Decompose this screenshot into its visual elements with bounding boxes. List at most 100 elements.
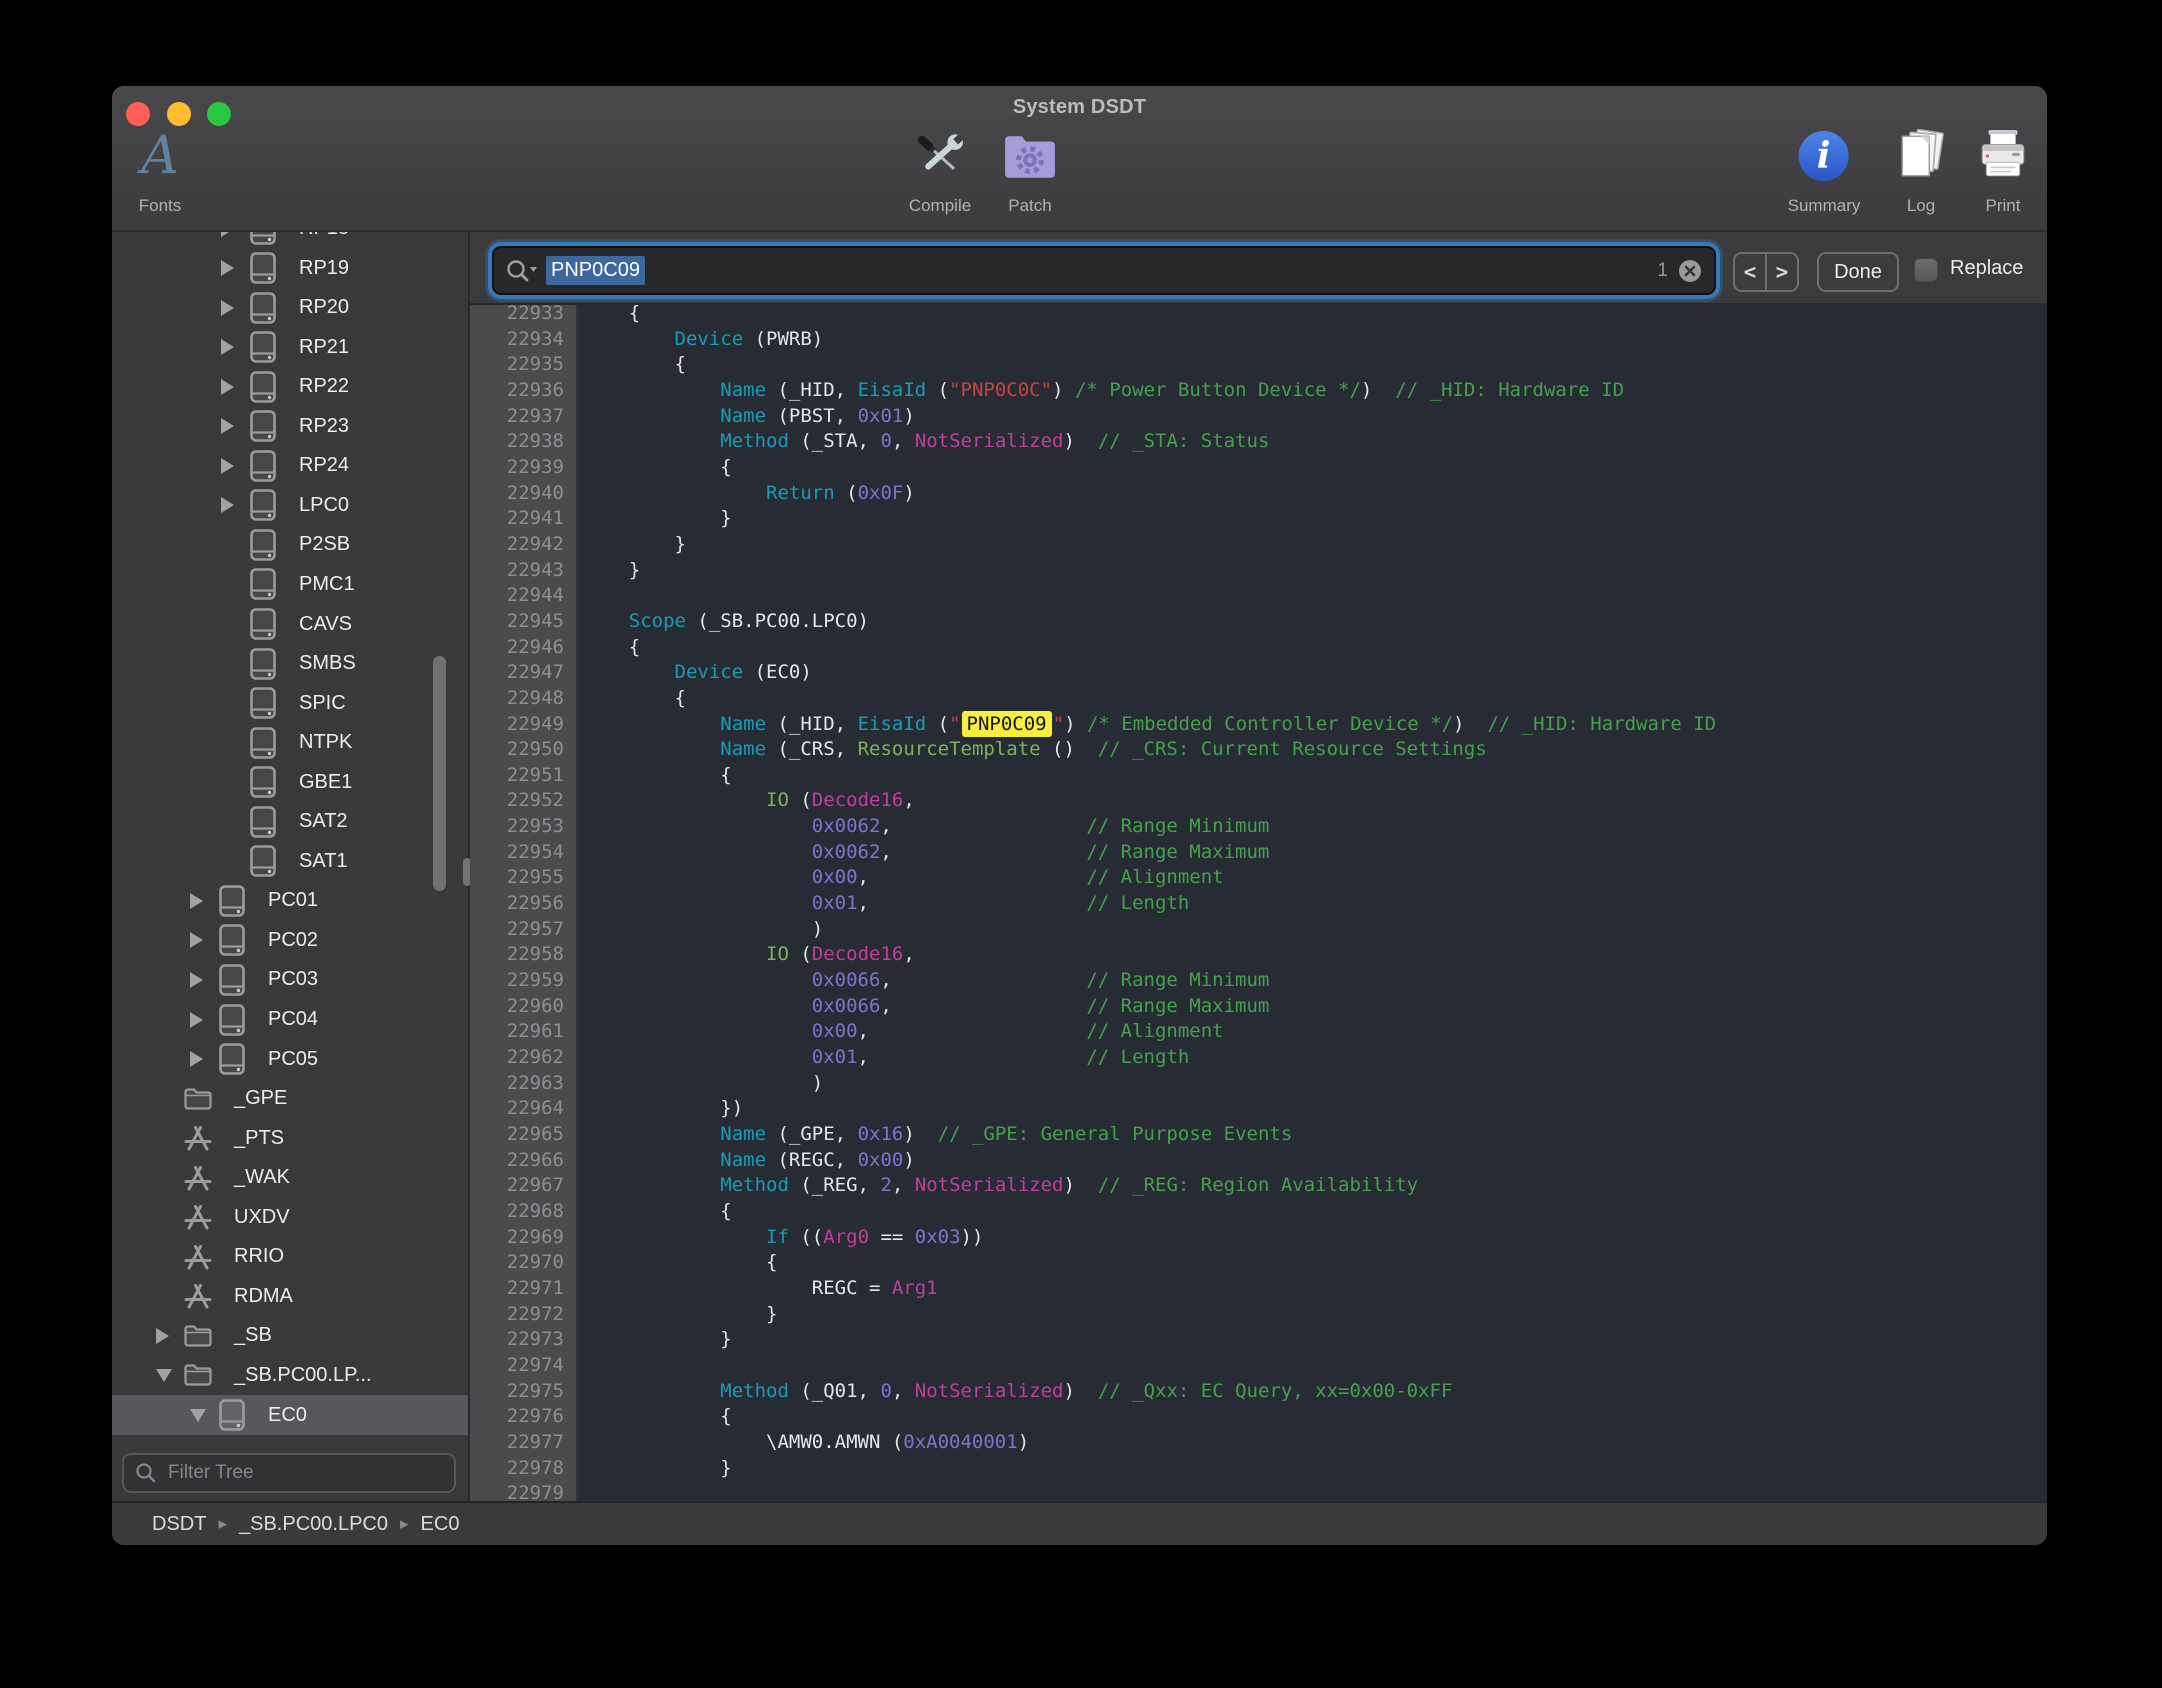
chevron-right-icon[interactable] (221, 379, 247, 395)
tree-item-rp23[interactable]: RP23 (112, 406, 468, 446)
tree-item-uxdv[interactable]: UXDV (112, 1197, 468, 1237)
chevron-right-icon[interactable] (190, 1051, 216, 1067)
chevron-right-icon[interactable] (221, 260, 247, 276)
filter-tree-input[interactable] (166, 1461, 444, 1485)
chevron-down-icon[interactable] (156, 1369, 182, 1382)
search-icon[interactable] (504, 257, 540, 285)
line-number: 22968 (470, 1199, 578, 1225)
code-text: Method (_STA, 0, NotSerialized) // _STA:… (578, 429, 1269, 455)
line-number: 22979 (470, 1481, 578, 1501)
print-button[interactable]: Print (1976, 118, 2030, 216)
tree-item-cavs[interactable]: CAVS (112, 604, 468, 644)
code-line: 22949 Name (_HID, EisaId ("PNP0C09") /* … (470, 712, 2047, 738)
line-number: 22949 (470, 712, 578, 738)
tree-item-p2sb[interactable]: P2SB (112, 525, 468, 565)
code-text: Name (REGC, 0x00) (578, 1148, 915, 1174)
code-text: Scope (_SB.PC00.LPC0) (578, 609, 869, 635)
tree-item-rp21[interactable]: RP21 (112, 327, 468, 367)
tree-item-spic[interactable]: SPIC (112, 683, 468, 723)
search-input[interactable]: PNP0C09 1 (492, 246, 1716, 295)
tree-item-pc04[interactable]: PC04 (112, 1000, 468, 1040)
tree-item--sb[interactable]: _SB (112, 1316, 468, 1356)
tree-item-label: EC0 (268, 1404, 307, 1427)
code-text: Return (0x0F) (578, 481, 915, 507)
fonts-button[interactable]: A Fonts (139, 118, 182, 216)
chevron-right-icon[interactable] (190, 893, 216, 909)
tree-item-pc03[interactable]: PC03 (112, 960, 468, 1000)
tree-item--sb-pc00-lp-[interactable]: _SB.PC00.LP... (112, 1355, 468, 1395)
chevron-right-icon[interactable] (190, 932, 216, 948)
tree-item-pc02[interactable]: PC02 (112, 920, 468, 960)
find-previous-button[interactable]: < (1735, 254, 1767, 290)
filter-tree-field[interactable] (122, 1453, 456, 1493)
tree-item-pmc1[interactable]: PMC1 (112, 564, 468, 604)
tree-item-label: NTPK (299, 731, 352, 754)
tree-item-label: SAT1 (299, 850, 348, 873)
chevron-right-icon[interactable] (190, 972, 216, 988)
chevron-right-icon[interactable] (221, 339, 247, 355)
line-number: 22969 (470, 1225, 578, 1251)
chevron-right-icon[interactable] (221, 300, 247, 316)
chevron-down-icon[interactable] (190, 1409, 216, 1422)
tree-item-pc05[interactable]: PC05 (112, 1039, 468, 1079)
summary-button[interactable]: i Summary (1788, 118, 1861, 216)
tree-item--wak[interactable]: _WAK (112, 1158, 468, 1198)
chevron-right-icon[interactable] (156, 1328, 182, 1344)
code-text: Name (PBST, 0x01) (578, 404, 915, 430)
compile-button[interactable]: Compile (909, 118, 971, 216)
summary-label: Summary (1788, 196, 1861, 216)
tree-item-lpc0[interactable]: LPC0 (112, 485, 468, 525)
match-count: 1 (1657, 260, 1668, 282)
line-number: 22974 (470, 1353, 578, 1379)
code-line: 22963 ) (470, 1071, 2047, 1097)
chevron-right-icon[interactable] (190, 1012, 216, 1028)
method-icon (182, 1282, 214, 1310)
chevron-right-icon[interactable] (221, 458, 247, 474)
line-number: 22935 (470, 352, 578, 378)
tree-item-sat2[interactable]: SAT2 (112, 802, 468, 842)
chevron-right-icon: > (1776, 260, 1789, 284)
code-line: 22951 { (470, 763, 2047, 789)
breadcrumb-device[interactable]: EC0 (421, 1513, 460, 1536)
clear-search-icon[interactable] (1676, 257, 1704, 285)
code-line: 22945 Scope (_SB.PC00.LPC0) (470, 609, 2047, 635)
chevron-right-icon[interactable] (221, 497, 247, 513)
breadcrumb-dsdt[interactable]: DSDT (152, 1513, 206, 1536)
code-text: { (578, 455, 732, 481)
tree-item-sat1[interactable]: SAT1 (112, 841, 468, 881)
tree-item-gbe1[interactable]: GBE1 (112, 762, 468, 802)
done-button[interactable]: Done (1817, 252, 1899, 292)
sidebar-scrollbar[interactable] (433, 656, 446, 891)
tree-item-pc01[interactable]: PC01 (112, 881, 468, 921)
code-line: 22974 (470, 1353, 2047, 1379)
code-text: IO (Decode16, (578, 942, 915, 968)
code-line: 22937 Name (PBST, 0x01) (470, 404, 2047, 430)
tree-item--gpe[interactable]: _GPE (112, 1079, 468, 1119)
tree-item-rp19[interactable]: RP19 (112, 248, 468, 288)
tree-item-ntpk[interactable]: NTPK (112, 723, 468, 763)
tree-item-ec0[interactable]: EC0 (112, 1395, 468, 1435)
tree-item-rp20[interactable]: RP20 (112, 288, 468, 328)
tree-item-rp24[interactable]: RP24 (112, 446, 468, 486)
patch-button[interactable]: Patch (1002, 118, 1058, 216)
log-button[interactable]: Log (1894, 118, 1948, 216)
find-next-button[interactable]: > (1767, 254, 1797, 290)
code-line: 22948 { (470, 686, 2047, 712)
tree-item-rdma[interactable]: RDMA (112, 1276, 468, 1316)
code-line: 22964 }) (470, 1096, 2047, 1122)
tree-item-smbs[interactable]: SMBS (112, 644, 468, 684)
tree-item-rp18[interactable]: RP18 (112, 232, 468, 249)
chevron-right-icon[interactable] (221, 418, 247, 434)
tree-item-label: GBE1 (299, 771, 352, 794)
code-text: 0x0062, // Range Minimum (578, 814, 1269, 840)
code-text: 0x01, // Length (578, 1045, 1189, 1071)
tree-item--pts[interactable]: _PTS (112, 1118, 468, 1158)
code-editor[interactable]: 22933 {22934 Device (PWRB)22935 {22936 N… (470, 305, 2047, 1501)
breadcrumb-scope[interactable]: _SB.PC00.LPC0 (239, 1513, 388, 1536)
code-line: 22962 0x01, // Length (470, 1045, 2047, 1071)
line-number: 22972 (470, 1302, 578, 1328)
chevron-right-icon[interactable] (221, 232, 247, 237)
tree-item-rrio[interactable]: RRIO (112, 1237, 468, 1277)
replace-checkbox[interactable] (1914, 258, 1938, 282)
tree-item-rp22[interactable]: RP22 (112, 367, 468, 407)
